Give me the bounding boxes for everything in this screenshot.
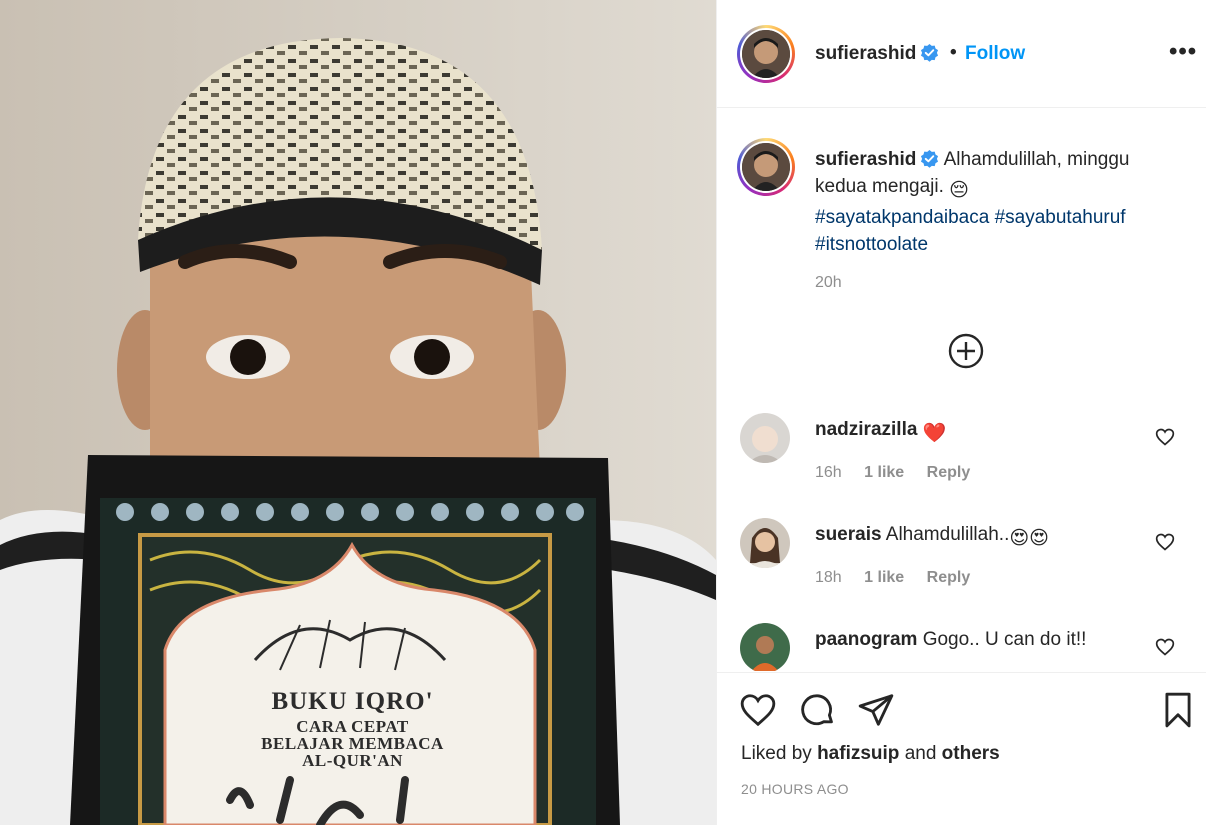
comment-body: paanogram Gogo.. U can do it!! [815, 629, 1145, 651]
caption-username[interactable]: sufierashid [815, 149, 916, 170]
post-actions-bar: Liked by hafizsuip and others 20 HOURS A… [717, 672, 1206, 825]
author-username[interactable]: sufierashid [815, 43, 916, 64]
heart-emoji: ❤️ [922, 423, 947, 444]
comment-meta: 16h 1 like Reply [815, 464, 988, 482]
author-avatar[interactable] [737, 25, 795, 83]
comment-text: Gogo.. U can do it!! [922, 629, 1087, 650]
share-paper-plane-icon[interactable] [857, 691, 895, 729]
post-sidebar: sufierashid • Follow ••• sufierashid Alh… [716, 0, 1206, 825]
comment-time: 18h [815, 569, 842, 586]
post-caption: sufierashid Alhamdulillah, minggu kedua … [815, 146, 1185, 258]
like-heart-icon[interactable] [739, 691, 777, 729]
comment-like-heart-icon[interactable] [1155, 532, 1175, 552]
likes-summary: Liked by hafizsuip and others [741, 743, 1000, 765]
post-header: sufierashid • Follow ••• [717, 0, 1206, 108]
header-separator-dot: • [950, 42, 957, 63]
follow-button[interactable]: Follow [965, 43, 1025, 65]
liked-by-others-link[interactable]: others [942, 743, 1000, 764]
post-photo[interactable]: BUKU IQRO' CARA CEPAT BELAJAR MEMBACA AL… [0, 0, 716, 825]
comment-body: nadzirazilla ❤️ [815, 419, 1145, 445]
avatar-image [740, 623, 790, 671]
commenter-avatar[interactable] [740, 623, 790, 671]
comment-meta: 18h 1 like Reply [815, 569, 988, 587]
hashtag-link[interactable]: #itsnottoolate [815, 234, 928, 255]
comment-text: Alhamdulillah.. [885, 524, 1010, 545]
save-bookmark-icon[interactable] [1159, 691, 1197, 729]
comment-username[interactable]: paanogram [815, 629, 917, 650]
reply-button[interactable]: Reply [927, 464, 971, 481]
verified-badge-icon [921, 43, 939, 62]
pensive-emoji: 😔 [949, 180, 969, 201]
hashtag-link[interactable]: #sayabutahuruf [995, 207, 1126, 228]
comment-like-heart-icon[interactable] [1155, 427, 1175, 447]
instagram-post-window: BUKU IQRO' CARA CEPAT BELAJAR MEMBACA AL… [0, 0, 1206, 825]
author-username-row: sufierashid [815, 43, 939, 65]
comment-bubble-icon[interactable] [799, 691, 837, 729]
avatar-image [740, 413, 790, 463]
load-more-comments-icon[interactable] [947, 332, 985, 370]
comment-time: 16h [815, 464, 842, 481]
heart-eyes-emoji: 😍😍 [1009, 528, 1049, 549]
commenter-avatar[interactable] [740, 413, 790, 463]
avatar-image [742, 143, 790, 191]
comment-item: paanogram Gogo.. U can do it!! [717, 623, 1206, 671]
liked-by-user-link[interactable]: hafizsuip [817, 743, 899, 764]
commenter-avatar[interactable] [740, 518, 790, 568]
comment-username[interactable]: nadzirazilla [815, 419, 917, 440]
comment-likes[interactable]: 1 like [864, 464, 904, 481]
caption-timestamp: 20h [815, 274, 842, 291]
liked-by-prefix: Liked by [741, 743, 812, 764]
post-timestamp[interactable]: 20 HOURS AGO [741, 781, 849, 797]
avatar-image [742, 30, 790, 78]
comment-like-heart-icon[interactable] [1155, 637, 1175, 657]
hashtag-link[interactable]: #sayatakpandaibaca [815, 207, 989, 228]
selfie-with-book-image [0, 0, 716, 825]
avatar-image [740, 518, 790, 568]
more-options-icon[interactable]: ••• [1169, 38, 1197, 66]
comment-body: suerais Alhamdulillah..😍😍 [815, 524, 1145, 550]
verified-badge-icon [921, 149, 939, 168]
reply-button[interactable]: Reply [927, 569, 971, 586]
caption-author-avatar[interactable] [737, 138, 795, 196]
comment-likes[interactable]: 1 like [864, 569, 904, 586]
liked-by-and: and [904, 743, 937, 764]
comment-username[interactable]: suerais [815, 524, 882, 545]
